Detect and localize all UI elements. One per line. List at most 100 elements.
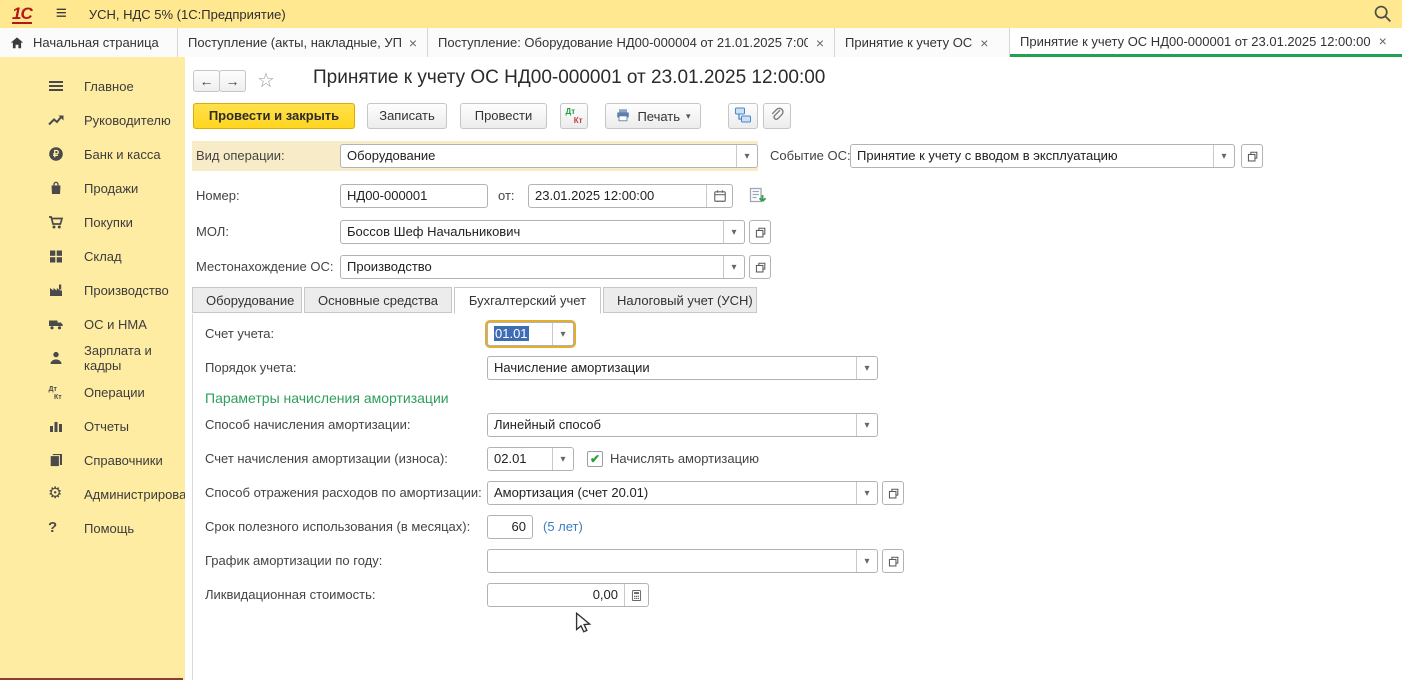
sidebar-item-proizvodstvo[interactable]: Производство xyxy=(0,273,185,307)
chevron-down-icon[interactable]: ▾ xyxy=(723,221,744,243)
account-combobox[interactable]: 01.01 ▾ xyxy=(487,322,574,346)
method-combobox[interactable]: Линейный способ ▾ xyxy=(487,413,878,437)
chevron-down-icon[interactable]: ▾ xyxy=(856,357,877,379)
app-window: 1С ≡ УСН, НДС 5% (1С:Предприятие) Началь… xyxy=(0,0,1402,680)
tab-home[interactable]: Начальная страница xyxy=(0,28,178,57)
document-form: ← → ☆ Принятие к учету ОС НД00-000001 от… xyxy=(185,57,1402,680)
expense-method-open-button[interactable] xyxy=(882,481,904,505)
shopping-bag-icon xyxy=(48,180,74,196)
liquidation-label: Ликвидационная стоимость: xyxy=(205,583,375,607)
chevron-down-icon[interactable]: ▾ xyxy=(552,448,573,470)
method-label: Способ начисления амортизации: xyxy=(205,413,411,437)
open-windows-tabbar: Начальная страница Поступление (акты, на… xyxy=(0,28,1402,57)
svg-text:₽: ₽ xyxy=(53,149,60,160)
tab-nalogovyy-uchet[interactable]: Налоговый учет (УСН) xyxy=(603,287,757,313)
sidebar-item-label: Руководителю xyxy=(84,113,171,128)
depr-account-combobox[interactable]: 02.01 ▾ xyxy=(487,447,574,471)
post-and-close-button[interactable]: Провести и закрыть xyxy=(193,103,355,129)
1c-logo: 1С xyxy=(12,5,32,24)
sidebar-item-label: Главное xyxy=(84,79,134,94)
sidebar-item-administrirovanie[interactable]: ⚙ Администрирование xyxy=(0,477,185,511)
chevron-down-icon[interactable]: ▾ xyxy=(856,482,877,504)
useful-life-label: Срок полезного использования (в месяцах)… xyxy=(205,515,470,539)
print-button[interactable]: Печать ▾ xyxy=(605,103,701,129)
tab-postuplenie-doc[interactable]: Поступление: Оборудование НД00-000004 от… xyxy=(428,28,835,57)
calculator-icon[interactable] xyxy=(624,584,648,606)
sidebar-item-os-nma[interactable]: ОС и НМА xyxy=(0,307,185,341)
sidebar-item-rukovoditelyu[interactable]: Руководителю xyxy=(0,103,185,137)
sidebar-item-label: Склад xyxy=(84,249,122,264)
tab-osnovnye-sredstva[interactable]: Основные средства xyxy=(304,287,452,313)
global-search-icon[interactable] xyxy=(1372,3,1394,25)
ruble-circle-icon: ₽ xyxy=(48,146,74,162)
post-button[interactable]: Провести xyxy=(460,103,547,129)
dt-kt-postings-button[interactable]: ДтКт xyxy=(560,103,588,129)
sidebar-item-spravochniki[interactable]: Справочники xyxy=(0,443,185,477)
dt-kt-icon: ДтКт xyxy=(48,384,74,400)
chevron-down-icon[interactable]: ▾ xyxy=(736,145,757,167)
sidebar-item-sklad[interactable]: Склад xyxy=(0,239,185,273)
sidebar-item-label: Производство xyxy=(84,283,169,298)
chevron-down-icon[interactable]: ▾ xyxy=(856,414,877,436)
tab-prinyatie-doc-active[interactable]: Принятие к учету ОС НД00-000001 от 23.01… xyxy=(1010,28,1402,57)
os-event-combobox[interactable]: Принятие к учету с вводом в эксплуатацию… xyxy=(850,144,1235,168)
date-input[interactable]: 23.01.2025 12:00:00 xyxy=(528,184,733,208)
attachments-button[interactable] xyxy=(763,103,791,129)
document-title: Принятие к учету ОС НД00-000001 от 23.01… xyxy=(313,67,825,89)
forward-button[interactable]: → xyxy=(219,70,246,92)
mol-open-button[interactable] xyxy=(749,220,771,244)
question-icon: ? xyxy=(48,520,74,536)
window-titlebar: 1С ≡ УСН, НДС 5% (1С:Предприятие) xyxy=(0,0,1402,28)
location-open-button[interactable] xyxy=(749,255,771,279)
order-combobox[interactable]: Начисление амортизации ▾ xyxy=(487,356,878,380)
sidebar-item-glavnoe[interactable]: Главное xyxy=(0,69,185,103)
accrue-depreciation-checkbox[interactable]: ✔ xyxy=(587,451,603,467)
sidebar-item-pomosch[interactable]: ? Помощь xyxy=(0,511,185,545)
favorite-star-icon[interactable]: ☆ xyxy=(257,68,275,93)
number-input[interactable]: НД00-000001 xyxy=(340,184,488,208)
os-event-open-button[interactable] xyxy=(1241,144,1263,168)
tab-label: Поступление: Оборудование НД00-000004 от… xyxy=(438,35,808,50)
tab-prinyatie-list[interactable]: Принятие к учету ОС × xyxy=(835,28,1010,57)
liquidation-input[interactable]: 0,00 xyxy=(487,583,649,607)
schedule-open-button[interactable] xyxy=(882,549,904,573)
depr-account-label: Счет начисления амортизации (износа): xyxy=(205,447,448,471)
location-combobox[interactable]: Производство ▾ xyxy=(340,255,745,279)
schedule-combobox[interactable]: ▾ xyxy=(487,549,878,573)
sidebar-item-label: Покупки xyxy=(84,215,133,230)
useful-life-input[interactable]: 60 xyxy=(487,515,533,539)
tab-label: Принятие к учету ОС xyxy=(845,35,972,50)
main-menu-icon[interactable]: ≡ xyxy=(56,3,67,25)
chevron-down-icon[interactable]: ▾ xyxy=(552,323,573,345)
tab-postuplenie-list[interactable]: Поступление (акты, накладные, УПД) × xyxy=(178,28,428,57)
tab-oborudovanie[interactable]: Оборудование xyxy=(192,287,302,313)
save-button[interactable]: Записать xyxy=(367,103,447,129)
sidebar-item-prodazhi[interactable]: Продажи xyxy=(0,171,185,205)
operation-kind-combobox[interactable]: Оборудование ▾ xyxy=(340,144,758,168)
document-structure-button[interactable] xyxy=(728,103,758,129)
close-icon[interactable]: × xyxy=(816,36,824,50)
chevron-down-icon[interactable]: ▾ xyxy=(856,550,877,572)
close-icon[interactable]: × xyxy=(1379,34,1387,48)
sidebar-item-zarplata-kadry[interactable]: Зарплата и кадры xyxy=(0,341,185,375)
expense-method-combobox[interactable]: Амортизация (счет 20.01) ▾ xyxy=(487,481,878,505)
calendar-icon[interactable] xyxy=(706,185,732,207)
chevron-down-icon[interactable]: ▾ xyxy=(723,256,744,278)
back-button[interactable]: ← xyxy=(193,70,220,92)
sidebar-item-label: Отчеты xyxy=(84,419,129,434)
close-icon[interactable]: × xyxy=(980,36,988,50)
window-title: УСН, НДС 5% (1С:Предприятие) xyxy=(89,7,286,22)
sidebar-item-operacii[interactable]: ДтКт Операции xyxy=(0,375,185,409)
close-icon[interactable]: × xyxy=(409,36,417,50)
sidebar-item-pokupki[interactable]: Покупки xyxy=(0,205,185,239)
chevron-down-icon[interactable]: ▾ xyxy=(1213,145,1234,167)
fill-from-template-icon[interactable] xyxy=(748,187,768,208)
tab-buhgalterskiy-uchet[interactable]: Бухгалтерский учет xyxy=(454,287,601,314)
structure-icon xyxy=(734,106,752,127)
home-icon xyxy=(10,36,24,50)
useful-life-hint: (5 лет) xyxy=(543,515,583,539)
sidebar-item-otchety[interactable]: Отчеты xyxy=(0,409,185,443)
sidebar-item-bank-kassa[interactable]: ₽ Банк и касса xyxy=(0,137,185,171)
mol-combobox[interactable]: Боссов Шеф Начальникович ▾ xyxy=(340,220,745,244)
order-label: Порядок учета: xyxy=(205,356,297,380)
